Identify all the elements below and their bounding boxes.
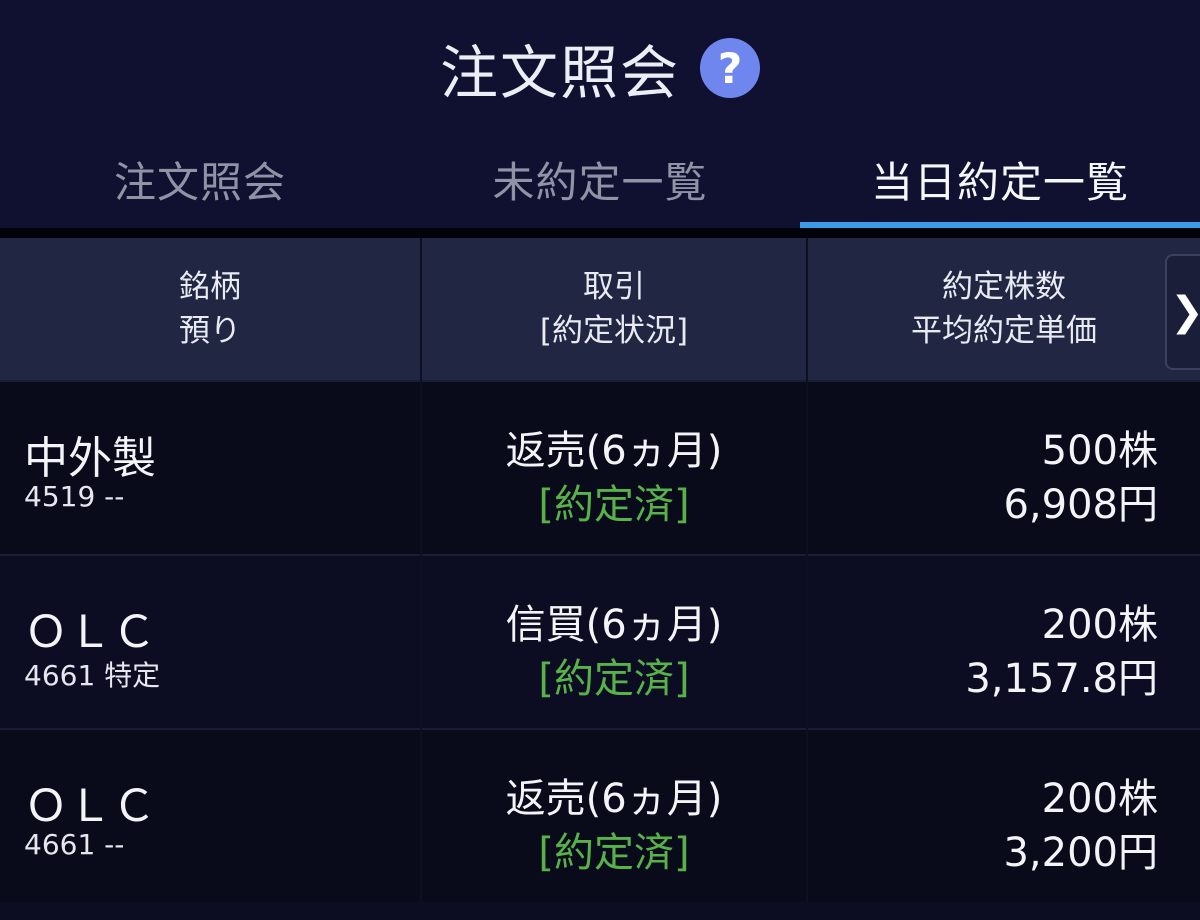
tab-unfilled-list[interactable]: 未約定一覧 <box>400 130 800 228</box>
column-header-line1: 約定株数 <box>942 269 1066 305</box>
tab-today-filled-list[interactable]: 当日約定一覧 <box>800 130 1200 228</box>
next-row-partial <box>0 902 1200 920</box>
header: 注文照会 ? <box>0 0 1200 130</box>
table-row[interactable]: 中外製 4519 -- 返売(6ヵ月) [約定済] 500株 6,908円 <box>0 382 1200 554</box>
trade-type: 信買(6ヵ月) <box>505 602 723 648</box>
filled-quantity: 500株 <box>1041 428 1158 474</box>
table-row[interactable]: ＯＬＣ 4661 -- 返売(6ヵ月) [約定済] 200株 3,200円 <box>0 730 1200 902</box>
chevron-right-icon[interactable]: ❯ <box>1165 254 1200 370</box>
status-badge: [約定済] <box>538 482 690 528</box>
row-divider <box>0 554 1200 556</box>
status-badge: [約定済] <box>538 830 690 876</box>
order-inquiry-screen: 注文照会 ? 注文照会 未約定一覧 当日約定一覧 銘柄 預り 取引 [約定状況]… <box>0 0 1200 920</box>
average-price: 3,200円 <box>1003 830 1158 876</box>
column-header-line2: 平均約定単価 <box>911 313 1097 349</box>
filled-quantity: 200株 <box>1041 776 1158 822</box>
stock-name: ＯＬＣ <box>24 781 156 832</box>
stock-code: 4661 特定 <box>24 659 161 692</box>
row-divider <box>0 728 1200 730</box>
column-header-symbol: 銘柄 預り <box>0 238 420 380</box>
column-divider <box>806 238 808 920</box>
column-header-quantity: 約定株数 平均約定単価 <box>808 238 1200 380</box>
tab-order-inquiry[interactable]: 注文照会 <box>0 130 400 228</box>
stock-name: 中外製 <box>24 433 156 484</box>
column-header-line2: [約定状況] <box>539 313 689 349</box>
row-divider <box>0 380 1200 382</box>
table-row[interactable]: ＯＬＣ 4661 特定 信買(6ヵ月) [約定済] 200株 3,157.8円 <box>0 556 1200 728</box>
column-header-line1: 銘柄 <box>179 269 241 305</box>
column-header-trade: 取引 [約定状況] <box>422 238 806 380</box>
tab-bar: 注文照会 未約定一覧 当日約定一覧 <box>0 130 1200 228</box>
table-header: 銘柄 預り 取引 [約定状況] 約定株数 平均約定単価 <box>0 238 1200 380</box>
status-badge: [約定済] <box>538 656 690 702</box>
tab-label: 当日約定一覧 <box>870 157 1129 207</box>
column-divider <box>420 238 422 920</box>
tab-label: 注文照会 <box>113 157 286 207</box>
page-title: 注文照会 <box>439 39 680 107</box>
question-circle-icon[interactable]: ? <box>700 38 760 98</box>
trade-type: 返売(6ヵ月) <box>505 776 723 822</box>
title-bar: 注文照会 ? <box>0 28 1200 108</box>
column-header-line2: 預り <box>179 313 241 349</box>
divider <box>0 228 1200 238</box>
tab-label: 未約定一覧 <box>492 157 708 207</box>
average-price: 3,157.8円 <box>965 656 1158 702</box>
average-price: 6,908円 <box>1003 482 1158 528</box>
column-header-line1: 取引 <box>583 269 645 305</box>
filled-quantity: 200株 <box>1041 602 1158 648</box>
stock-name: ＯＬＣ <box>24 607 156 658</box>
trade-type: 返売(6ヵ月) <box>505 428 723 474</box>
stock-code: 4519 -- <box>24 480 125 513</box>
stock-code: 4661 -- <box>24 828 125 861</box>
